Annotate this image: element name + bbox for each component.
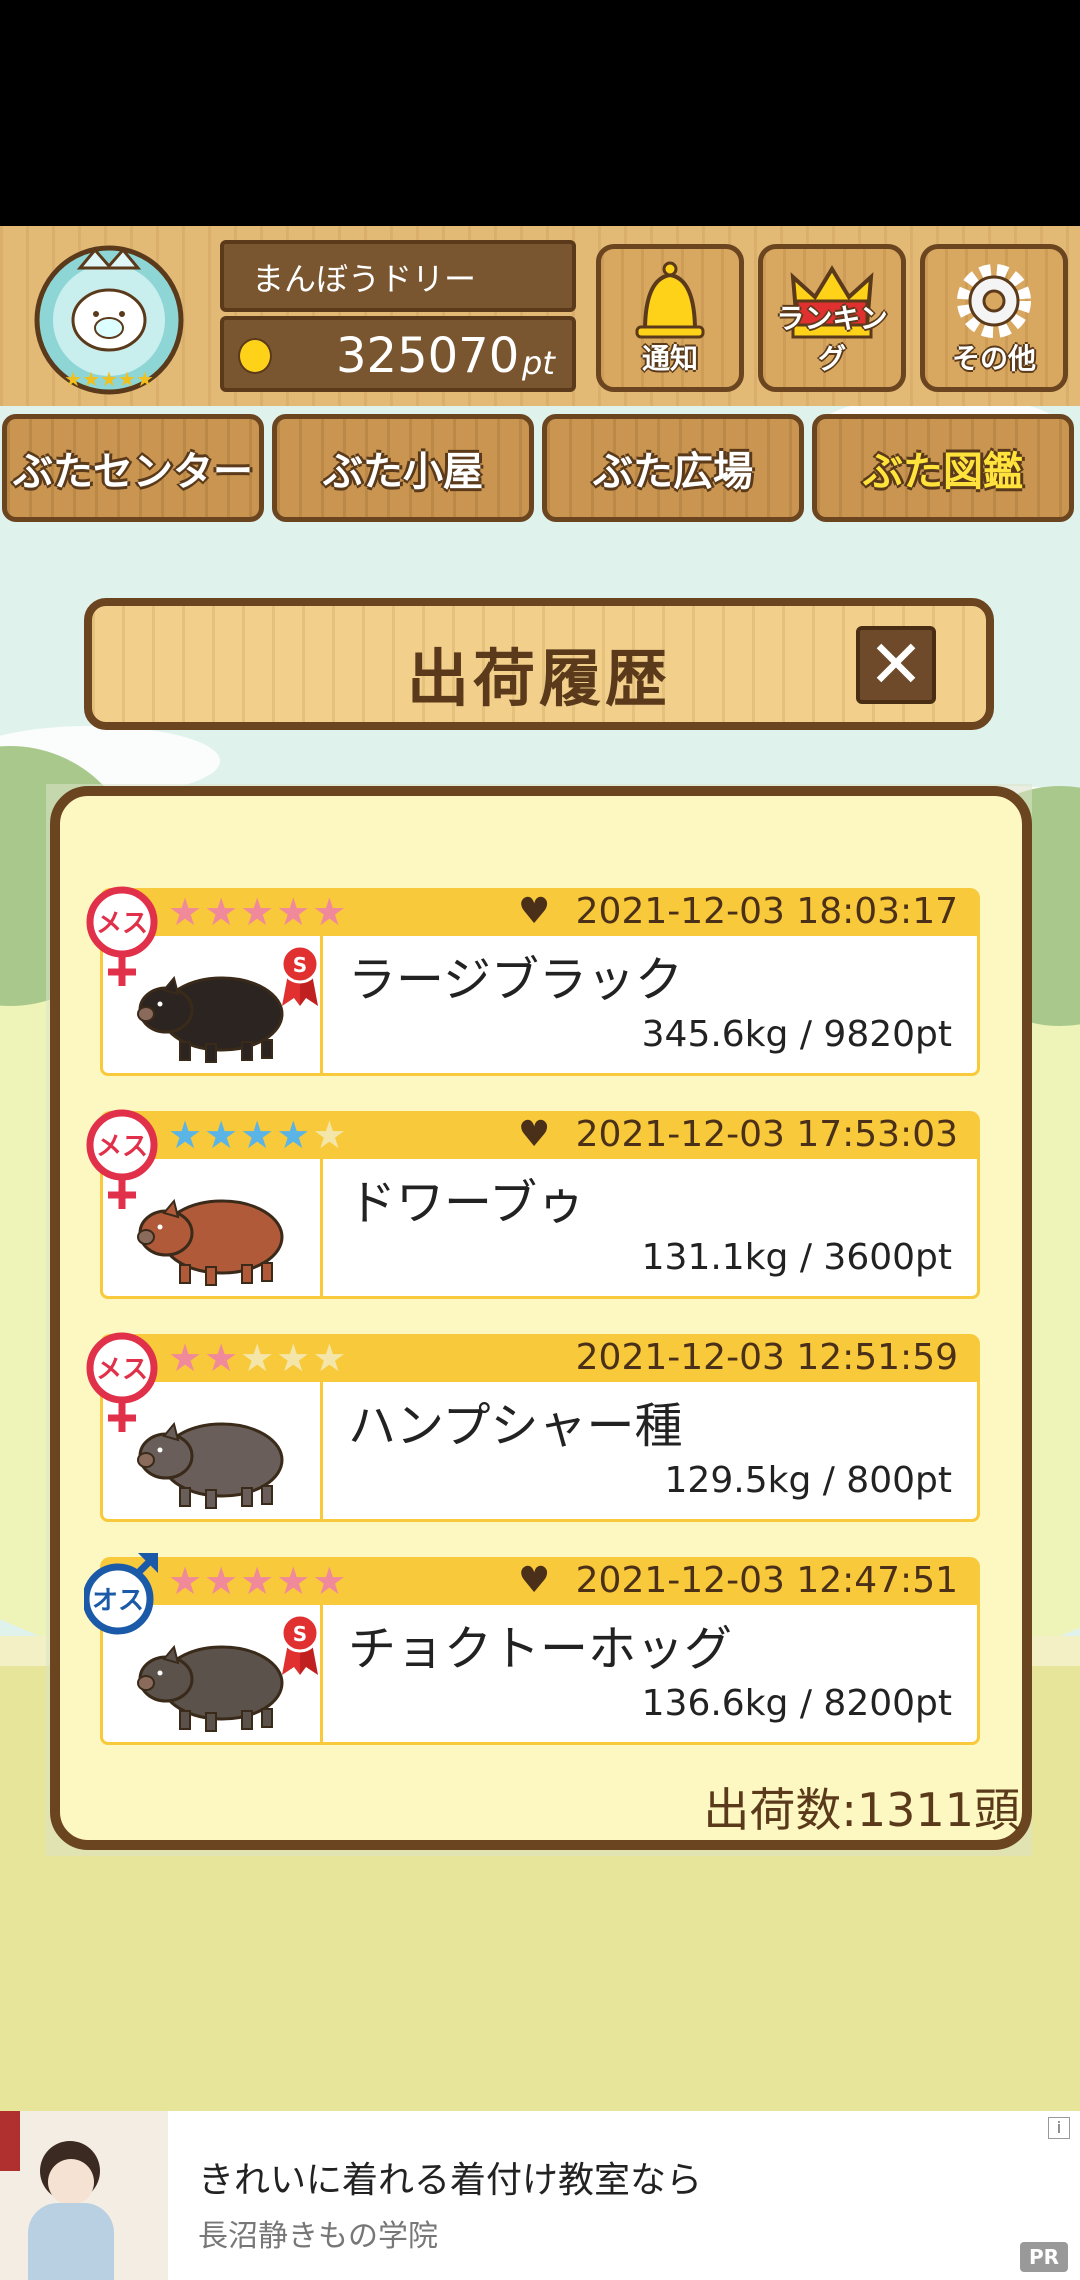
star-icon: ★	[168, 1559, 203, 1603]
ad-sponsor[interactable]: 長沼静きもの学院	[198, 2211, 438, 2255]
coin-icon	[238, 338, 272, 374]
female-gender-icon: メス	[86, 1109, 158, 1209]
favorite-heart-icon: ♥	[518, 891, 551, 932]
nav-tabs: ぶたセンター ぶた小屋 ぶた広場 ぶた図鑑	[0, 406, 1080, 526]
shipment-date: 2021-12-03 12:47:51	[575, 1560, 958, 1601]
close-button[interactable]: ✕	[856, 626, 936, 704]
settings-label: その他	[951, 342, 1036, 375]
svg-text:オス: オス	[92, 1586, 144, 1616]
ad-image[interactable]	[0, 2111, 168, 2280]
username: まんぼうドリー	[252, 260, 477, 298]
tab-buta-barn[interactable]: ぶた小屋	[272, 414, 534, 522]
shipment-date: 2021-12-03 18:03:17	[575, 891, 958, 932]
star-icon: ★	[168, 890, 203, 934]
shipment-card[interactable]: ★ ★ ★ ★ ★ 2021-12-03 12:51:59 ハンプシャー種 129.5kg /…	[86, 1332, 980, 1522]
ad-pr-badge: PR	[1020, 2242, 1068, 2272]
pig-breed-name: ハンプシャー種	[348, 1398, 683, 1454]
pig-breed-name: ラージブラック	[348, 952, 684, 1008]
ranking-label: ランキング	[776, 302, 888, 375]
star-icon: ★	[276, 1113, 311, 1157]
ranking-button[interactable]: ランキング	[758, 244, 906, 392]
pig-weight-points: 129.5kg / 800pt	[664, 1460, 952, 1501]
shipment-card[interactable]: ★ ★ ★ ★ ★ ♥ 2021-12-03 18:03:17 ラージブラック 345.6kg …	[86, 886, 980, 1076]
close-icon: ✕	[868, 626, 924, 703]
points-value: 325070	[336, 328, 520, 384]
tab-buta-center[interactable]: ぶたセンター	[2, 414, 264, 522]
star-icon: ★	[276, 1336, 311, 1380]
card-divider	[320, 1382, 323, 1522]
award-ribbon-icon: S	[280, 944, 320, 1006]
rarity-stars: ★ ★ ★ ★ ★	[168, 1334, 348, 1382]
top-header: ★★★★★ まんぼうドリー 325070 pt 通知 ランキング その他	[0, 226, 1080, 406]
female-gender-icon: メス	[86, 886, 158, 986]
star-icon: ★	[240, 890, 275, 934]
shipment-count: 出荷数:1311頭	[703, 1783, 1020, 1837]
favorite-heart-icon: ♥	[518, 1560, 551, 1601]
star-icon: ★	[204, 1113, 239, 1157]
rarity-stars: ★ ★ ★ ★ ★	[168, 1557, 348, 1605]
svg-text:メス: メス	[96, 1355, 148, 1385]
svg-text:メス: メス	[96, 1132, 148, 1162]
pig-weight-points: 131.1kg / 3600pt	[641, 1237, 952, 1278]
star-icon: ★	[276, 890, 311, 934]
username-board: まんぼうドリー	[220, 240, 576, 312]
star-icon: ★	[312, 890, 347, 934]
star-icon: ★	[276, 1559, 311, 1603]
rarity-stars: ★ ★ ★ ★ ★	[168, 888, 348, 936]
dialog-title: 出荷履歴	[406, 642, 671, 715]
notification-label: 通知	[641, 342, 698, 375]
star-icon: ★	[240, 1336, 275, 1380]
shipment-card[interactable]: ★ ★ ★ ★ ★ ♥ 2021-12-03 17:53:03 ドワーブゥ 131.1kg / …	[86, 1109, 980, 1299]
shipment-card[interactable]: ★ ★ ★ ★ ★ ♥ 2021-12-03 12:47:51 チョクトーホッグ 136.6kg…	[84, 1553, 980, 1745]
svg-text:メス: メス	[96, 909, 148, 939]
top-black-bar	[0, 0, 1080, 226]
ad-info-icon[interactable]: i	[1048, 2117, 1070, 2139]
player-avatar-badge[interactable]: ★★★★★	[20, 238, 198, 396]
shipment-date: 2021-12-03 12:51:59	[575, 1337, 958, 1378]
star-icon: ★	[240, 1113, 275, 1157]
star-icon: ★	[168, 1113, 203, 1157]
points-unit: pt	[522, 344, 555, 382]
star-icon: ★	[204, 890, 239, 934]
rarity-stars: ★ ★ ★ ★ ★	[168, 1111, 348, 1159]
favorite-heart-icon: ♥	[518, 1114, 551, 1155]
points-board: 325070 pt	[220, 316, 576, 392]
star-icon: ★	[204, 1559, 239, 1603]
tab-buta-encyclopedia[interactable]: ぶた図鑑	[812, 414, 1074, 522]
pig-breed-name: ドワーブゥ	[348, 1175, 586, 1231]
male-gender-icon: オス	[84, 1553, 158, 1635]
pig-breed-name: チョクトーホッグ	[348, 1621, 733, 1677]
tab-buta-plaza[interactable]: ぶた広場	[542, 414, 804, 522]
star-icon: ★	[312, 1336, 347, 1380]
dialog-title-board: 出荷履歴 ✕	[84, 598, 994, 730]
female-gender-icon: メス	[86, 1332, 158, 1432]
pig-weight-points: 345.6kg / 9820pt	[641, 1014, 952, 1055]
star-icon: ★	[240, 1559, 275, 1603]
star-icon: ★	[204, 1336, 239, 1380]
star-icon: ★	[168, 1336, 203, 1380]
star-icon: ★	[312, 1113, 347, 1157]
shipment-date: 2021-12-03 17:53:03	[575, 1114, 958, 1155]
ad-banner[interactable]: きれいに着れる着付け教室なら 長沼静きもの学院 i PR	[0, 2111, 1080, 2280]
award-ribbon-icon: S	[280, 1613, 320, 1675]
pig-weight-points: 136.6kg / 8200pt	[641, 1683, 952, 1724]
svg-text:S: S	[293, 953, 307, 977]
svg-text:★★★★★: ★★★★★	[64, 367, 154, 391]
svg-text:S: S	[293, 1622, 307, 1646]
pig-badge-icon: ★★★★★	[34, 245, 184, 395]
star-icon: ★	[312, 1559, 347, 1603]
notification-button[interactable]: 通知	[596, 244, 744, 392]
settings-button[interactable]: その他	[920, 244, 1068, 392]
card-divider	[320, 1159, 323, 1299]
ad-title[interactable]: きれいに着れる着付け教室なら	[198, 2151, 702, 2203]
